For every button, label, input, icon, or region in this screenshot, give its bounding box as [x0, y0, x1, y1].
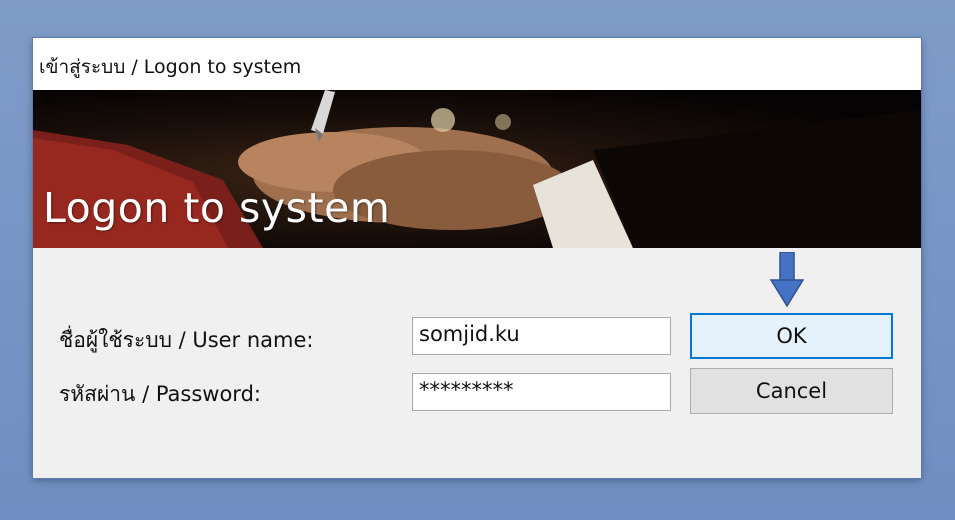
cancel-button[interactable]: Cancel — [690, 368, 893, 414]
password-input[interactable]: ********* — [412, 373, 671, 411]
ok-button[interactable]: OK — [690, 313, 893, 359]
banner-title: Logon to system — [43, 184, 391, 232]
window-title: เข้าสู่ระบบ / Logon to system — [39, 56, 302, 78]
down-arrow-icon — [770, 252, 804, 308]
title-bar[interactable]: เข้าสู่ระบบ / Logon to system — [33, 38, 921, 90]
username-input[interactable]: somjid.ku — [412, 317, 671, 355]
username-label: ชื่อผู้ใช้ระบบ / User name: — [59, 328, 314, 352]
password-label: รหัสผ่าน / Password: — [59, 382, 261, 406]
banner-image: Logon to system — [33, 90, 921, 248]
